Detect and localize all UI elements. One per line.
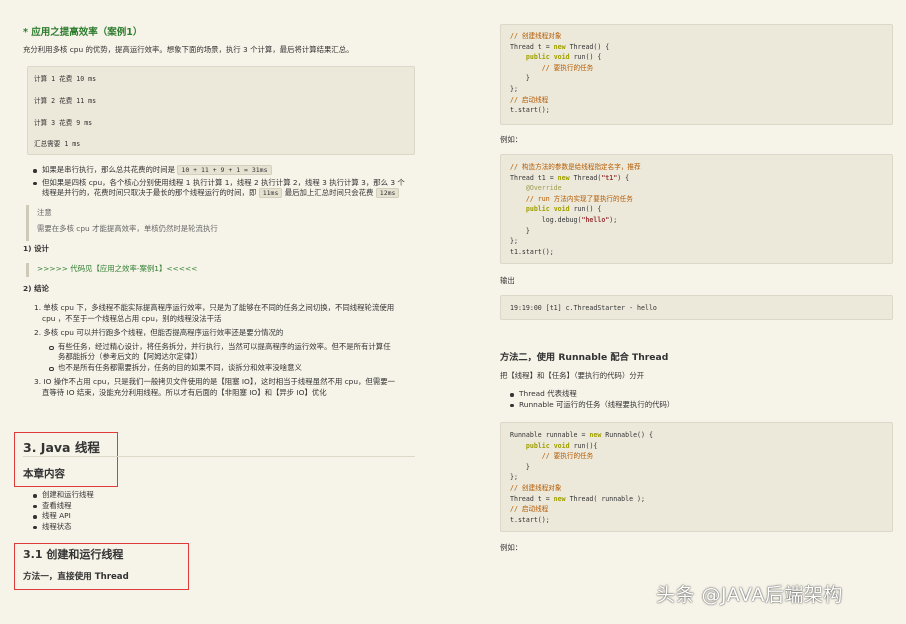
conclusion-item-cont: 直等待 IO 结束，没能充分利用线程。所以才有后面的【非阻塞 IO】和【异步 I… <box>42 387 327 397</box>
code-line: log.debug("hello"); <box>510 216 618 224</box>
sub-text: 也不是所有任务都需要拆分，任务的目的如果不同，谈拆分和效率没啥意义 <box>58 362 302 372</box>
code-line: t.start(); <box>510 106 550 115</box>
divider <box>23 456 415 457</box>
conclusion-item: 1. 单核 cpu 下，多线程不能实际提高程序运行效率，只是为了能够在不同的任务… <box>34 303 395 312</box>
code-line: public void run() { <box>525 53 602 62</box>
code-line: }; <box>510 473 518 482</box>
output-line: 19:19:00 [t1] c.ThreadStarter - hello <box>510 304 657 312</box>
method2-desc: 把【线程】和【任务】（要执行的代码）分开 <box>500 371 645 380</box>
chapter-toc: 创建和运行线程 查看线程 线程 API 线程状态 <box>31 490 94 532</box>
code-line: } <box>510 462 530 471</box>
calc-line: 计算 1 花费 10 ms <box>34 75 97 83</box>
inline-code: 11ms <box>258 188 283 198</box>
design-heading: 1) 设计 <box>23 244 49 253</box>
conclusion-item: 3. IO 操作不占用 cpu，只是我们一般拷贝文件使用的是【阻塞 IO】，这时… <box>34 377 395 386</box>
serial-parallel-list: 如果是串行执行，那么总共花费的时间是 10 + 11 + 9 + 1 = 31m… <box>31 165 421 199</box>
code-line: } <box>510 74 530 83</box>
code-line: }; <box>510 85 518 93</box>
conclusion-item: 2. 多核 cpu 可以并行跑多个线程，但能否提高程序运行效率还是要分情况的 <box>34 328 284 337</box>
calc-line: 汇总需要 1 ms <box>34 140 81 148</box>
chapter-content-heading: 本章内容 <box>23 468 65 480</box>
method2-heading: 方法二，使用 Runnable 配合 Thread <box>500 352 669 363</box>
sub-text: 务都能拆分（参考后文的【阿姆达尔定律】） <box>58 352 203 361</box>
bullet-text: 如果是串行执行，那么总共花费的时间是 <box>42 165 176 174</box>
bullet-text: 但如果是四核 cpu，各个核心分别使用线程 1 执行计算 1，线程 2 执行计算… <box>42 177 405 187</box>
note-text: 需要在多核 cpu 才能提高效率，单核仍然时是轮流执行 <box>37 223 218 233</box>
toc-item[interactable]: 查看线程 <box>31 501 94 512</box>
code-block-runnable: Runnable runnable = new Runnable() { pub… <box>500 422 893 532</box>
code-line: public void run(){ <box>525 441 598 450</box>
code-line: } <box>510 226 530 235</box>
method2-list: Thread 代表线程 Runnable 可运行的任务（线程要执行的代码） <box>508 389 674 410</box>
code-line: t1.start(); <box>510 247 554 256</box>
code-line: Thread t = new Thread( runnable ); <box>510 494 645 503</box>
sub-text: 有些任务，经过精心设计，将任务拆分，并行执行，当然可以提高程序的运行效率。但不是… <box>58 341 391 351</box>
code-line: }; <box>510 237 518 246</box>
code-block-thread-named: // 构造方法的参数是给线程指定名字，推荐 Thread t1 = new Thr… <box>500 154 893 264</box>
inline-code: 12ms <box>375 188 400 198</box>
code-line: t.start(); <box>510 515 550 524</box>
design-quote: >>>>> 代码见【应用之效率-案例1】<<<<< <box>26 263 197 277</box>
calc-line: 计算 2 花费 11 ms <box>34 97 97 105</box>
design-link[interactable]: >>>>> 代码见【应用之效率-案例1】<<<<< <box>37 264 197 273</box>
code-line: // 启动线程 <box>510 95 549 104</box>
chapter-title: 3. Java 线程 <box>23 440 100 455</box>
toc-item[interactable]: 线程 API <box>31 511 94 522</box>
code-line: public void run() { <box>525 205 602 214</box>
bullet-text: 最后加上汇总时间只会花费 <box>284 188 374 197</box>
list-item: Runnable 可运行的任务（线程要执行的代码） <box>508 400 674 411</box>
list-item: 但如果是四核 cpu，各个核心分别使用线程 1 执行计算 1，线程 2 执行计算… <box>31 178 421 199</box>
output-box: 19:19:00 [t1] c.ThreadStarter - hello <box>500 295 893 320</box>
code-line: // 要执行的任务 <box>510 452 594 461</box>
note-title: 注意 <box>37 208 52 217</box>
code-line: Runnable runnable = new Runnable() { <box>510 431 653 439</box>
conclusion-heading: 2) 结论 <box>23 284 49 293</box>
code-line: // 创建线程对象 <box>510 484 562 492</box>
watermark: 头条 @JAVA后端架构 <box>656 584 843 606</box>
method1-heading: 方法一，直接使用 Thread <box>23 572 129 582</box>
example-label: 例如： <box>500 135 523 144</box>
conclusion-list: 1. 单核 cpu 下，多线程不能实际提高程序运行效率，只是为了能够在不同的任务… <box>34 303 426 398</box>
section-heading-efficiency: * 应用之提高效率（案例1） <box>23 27 143 38</box>
example-label: 例如： <box>500 543 523 552</box>
conclusion-item-cont: cpu ，不至于一个线程总占用 cpu，别的线程没法干活 <box>42 313 222 323</box>
code-line: // 要执行的任务 <box>510 63 594 72</box>
toc-item[interactable]: 创建和运行线程 <box>31 490 94 501</box>
code-line: // 启动线程 <box>510 505 549 514</box>
inline-code: 10 + 11 + 9 + 1 = 31ms <box>177 165 272 175</box>
list-item: 如果是串行执行，那么总共花费的时间是 10 + 11 + 9 + 1 = 31m… <box>31 165 421 176</box>
document-page: * 应用之提高效率（案例1） 充分利用多核 cpu 的优势，提高运行效率。想象下… <box>0 0 906 624</box>
intro-paragraph: 充分利用多核 cpu 的优势，提高运行效率。想象下面的场景，执行 3 个计算，最… <box>23 45 354 54</box>
code-line: // 创建线程对象 <box>510 32 562 40</box>
code-line: // run 方法内实现了要执行的任务 <box>510 194 633 203</box>
list-item: Thread 代表线程 <box>508 389 674 400</box>
code-line: Thread t1 = new Thread("t1") { <box>510 173 630 182</box>
calc-code-box: 计算 1 花费 10 ms 计算 2 花费 11 ms 计算 3 花费 9 ms… <box>27 66 415 155</box>
code-block-thread: // 创建线程对象 Thread t = new Thread() { publi… <box>500 24 893 125</box>
calc-line: 计算 3 花费 9 ms <box>34 119 93 127</box>
code-line: @Override <box>510 184 562 193</box>
code-line: // 构造方法的参数是给线程指定名字，推荐 <box>510 163 641 171</box>
list-item: 也不是所有任务都需要拆分，任务的目的如果不同，谈拆分和效率没啥意义 <box>47 363 426 374</box>
toc-item[interactable]: 线程状态 <box>31 522 94 533</box>
output-label: 输出 <box>500 276 515 285</box>
bullet-text: 线程是并行的，花费时间只取决于最长的那个线程运行的时间，即 <box>42 188 257 197</box>
section-title: 3.1 创建和运行线程 <box>23 548 124 561</box>
note-quote: 注意 需要在多核 cpu 才能提高效率，单核仍然时是轮流执行 <box>26 205 406 241</box>
conclusion-sublist: 有些任务，经过精心设计，将任务拆分，并行执行，当然可以提高程序的运行效率。但不是… <box>47 342 426 374</box>
code-line: Thread t = new Thread() { <box>510 42 610 51</box>
list-item: 有些任务，经过精心设计，将任务拆分，并行执行，当然可以提高程序的运行效率。但不是… <box>47 342 426 363</box>
